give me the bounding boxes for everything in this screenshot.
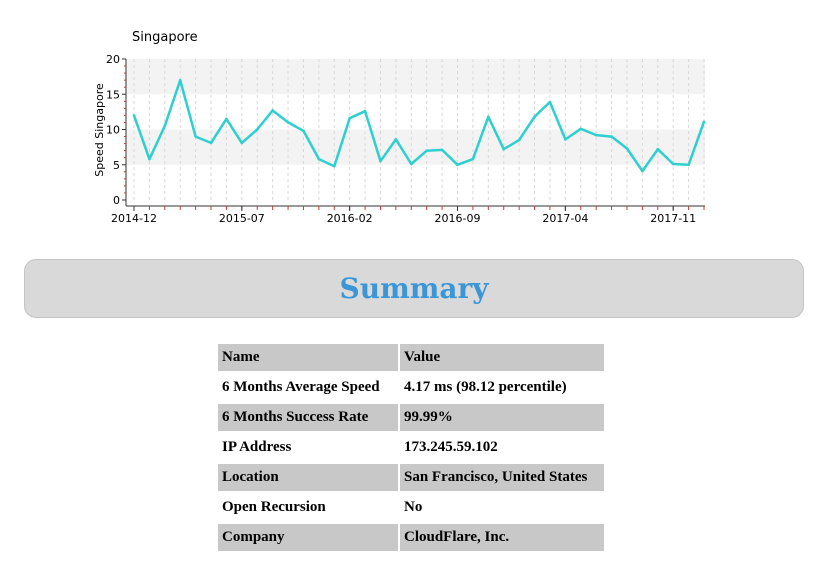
table-row: 6 Months Success Rate 99.99% (218, 404, 604, 431)
x-axis-ticks: 2014-12 2015-07 2016-02 2016-09 2017-04 2017-… (111, 206, 705, 225)
x-tick-label: 2015-07 (219, 212, 265, 225)
data-point (363, 109, 367, 113)
data-point (533, 115, 536, 119)
row-label: Location (218, 464, 398, 491)
data-point (502, 147, 506, 151)
data-point (517, 138, 521, 142)
table-header-name: Name (218, 344, 398, 371)
y-tick-label: 5 (113, 159, 120, 172)
data-point (163, 124, 167, 128)
table-row: Location San Francisco, United States (218, 464, 604, 491)
y-tick-label: 0 (113, 194, 120, 207)
data-point (487, 115, 490, 119)
row-label: Open Recursion (222, 499, 326, 515)
row-value: 4.17 ms (98.12 percentile) (404, 379, 567, 395)
table-row: Company CloudFlare, Inc. (218, 524, 604, 551)
data-point (471, 157, 475, 161)
row-value: 99.99% (400, 404, 604, 431)
data-point (594, 133, 598, 137)
data-point (225, 117, 228, 121)
data-point (702, 120, 706, 124)
summary-header: Summary (24, 259, 804, 318)
data-point (209, 141, 213, 145)
table-row: IP Address 173.245.59.102 (218, 434, 604, 461)
data-point (286, 121, 290, 124)
chart-bands (126, 59, 705, 165)
data-point (456, 163, 459, 167)
data-point (425, 149, 429, 152)
row-label: Company (218, 524, 398, 551)
data-point (178, 78, 182, 82)
table-row: 6 Months Average Speed 4.17 ms (98.12 pe… (218, 374, 604, 401)
summary-table: Name Value 6 Months Average Speed 4.17 m… (216, 341, 606, 554)
data-point (271, 109, 274, 112)
table-row: Open Recursion No (218, 494, 604, 521)
x-tick-label: 2016-09 (435, 212, 481, 225)
data-point (564, 138, 567, 141)
x-tick-label: 2017-04 (542, 212, 588, 225)
data-point (132, 114, 136, 117)
table-row: Name Value (218, 344, 604, 371)
data-point (240, 141, 244, 145)
data-point (302, 129, 305, 133)
row-value: No (404, 499, 423, 515)
data-point (579, 127, 583, 131)
data-point (194, 135, 197, 138)
data-point (610, 135, 613, 138)
x-tick-label: 2014-12 (111, 212, 157, 225)
row-value: CloudFlare, Inc. (400, 524, 604, 551)
chart-band (126, 59, 705, 95)
y-tick-label: 10 (106, 124, 120, 137)
data-point (348, 116, 351, 120)
table-header-value: Value (400, 344, 604, 371)
row-label: 6 Months Average Speed (222, 379, 380, 395)
data-point (148, 157, 151, 161)
data-point (548, 100, 552, 104)
row-value: San Francisco, United States (400, 464, 604, 491)
data-point (671, 162, 675, 166)
y-tick-label: 15 (106, 88, 120, 101)
data-point (625, 147, 629, 150)
summary-title: Summary (339, 272, 489, 305)
data-point (332, 164, 336, 168)
data-point (641, 169, 644, 173)
data-point (440, 148, 444, 152)
y-axis-ticks: 0 5 10 15 20 (106, 53, 126, 207)
chart-title: Singapore (132, 30, 198, 45)
row-label: IP Address (222, 439, 292, 455)
row-label: 6 Months Success Rate (218, 404, 398, 431)
data-point (379, 159, 382, 163)
data-point (656, 147, 660, 151)
row-value: 173.245.59.102 (404, 439, 498, 455)
speed-chart: Singapore 0 5 10 15 20 2014-12 2015-07 2016-02… (93, 30, 706, 225)
data-point (317, 157, 321, 161)
data-point (394, 138, 398, 141)
y-axis-label: Speed Singapore (93, 83, 106, 177)
data-point (409, 162, 413, 166)
y-tick-label: 20 (106, 53, 120, 66)
data-point (687, 163, 690, 167)
x-tick-label: 2017-11 (650, 212, 696, 225)
x-tick-label: 2016-02 (327, 212, 373, 225)
data-point (255, 128, 259, 131)
